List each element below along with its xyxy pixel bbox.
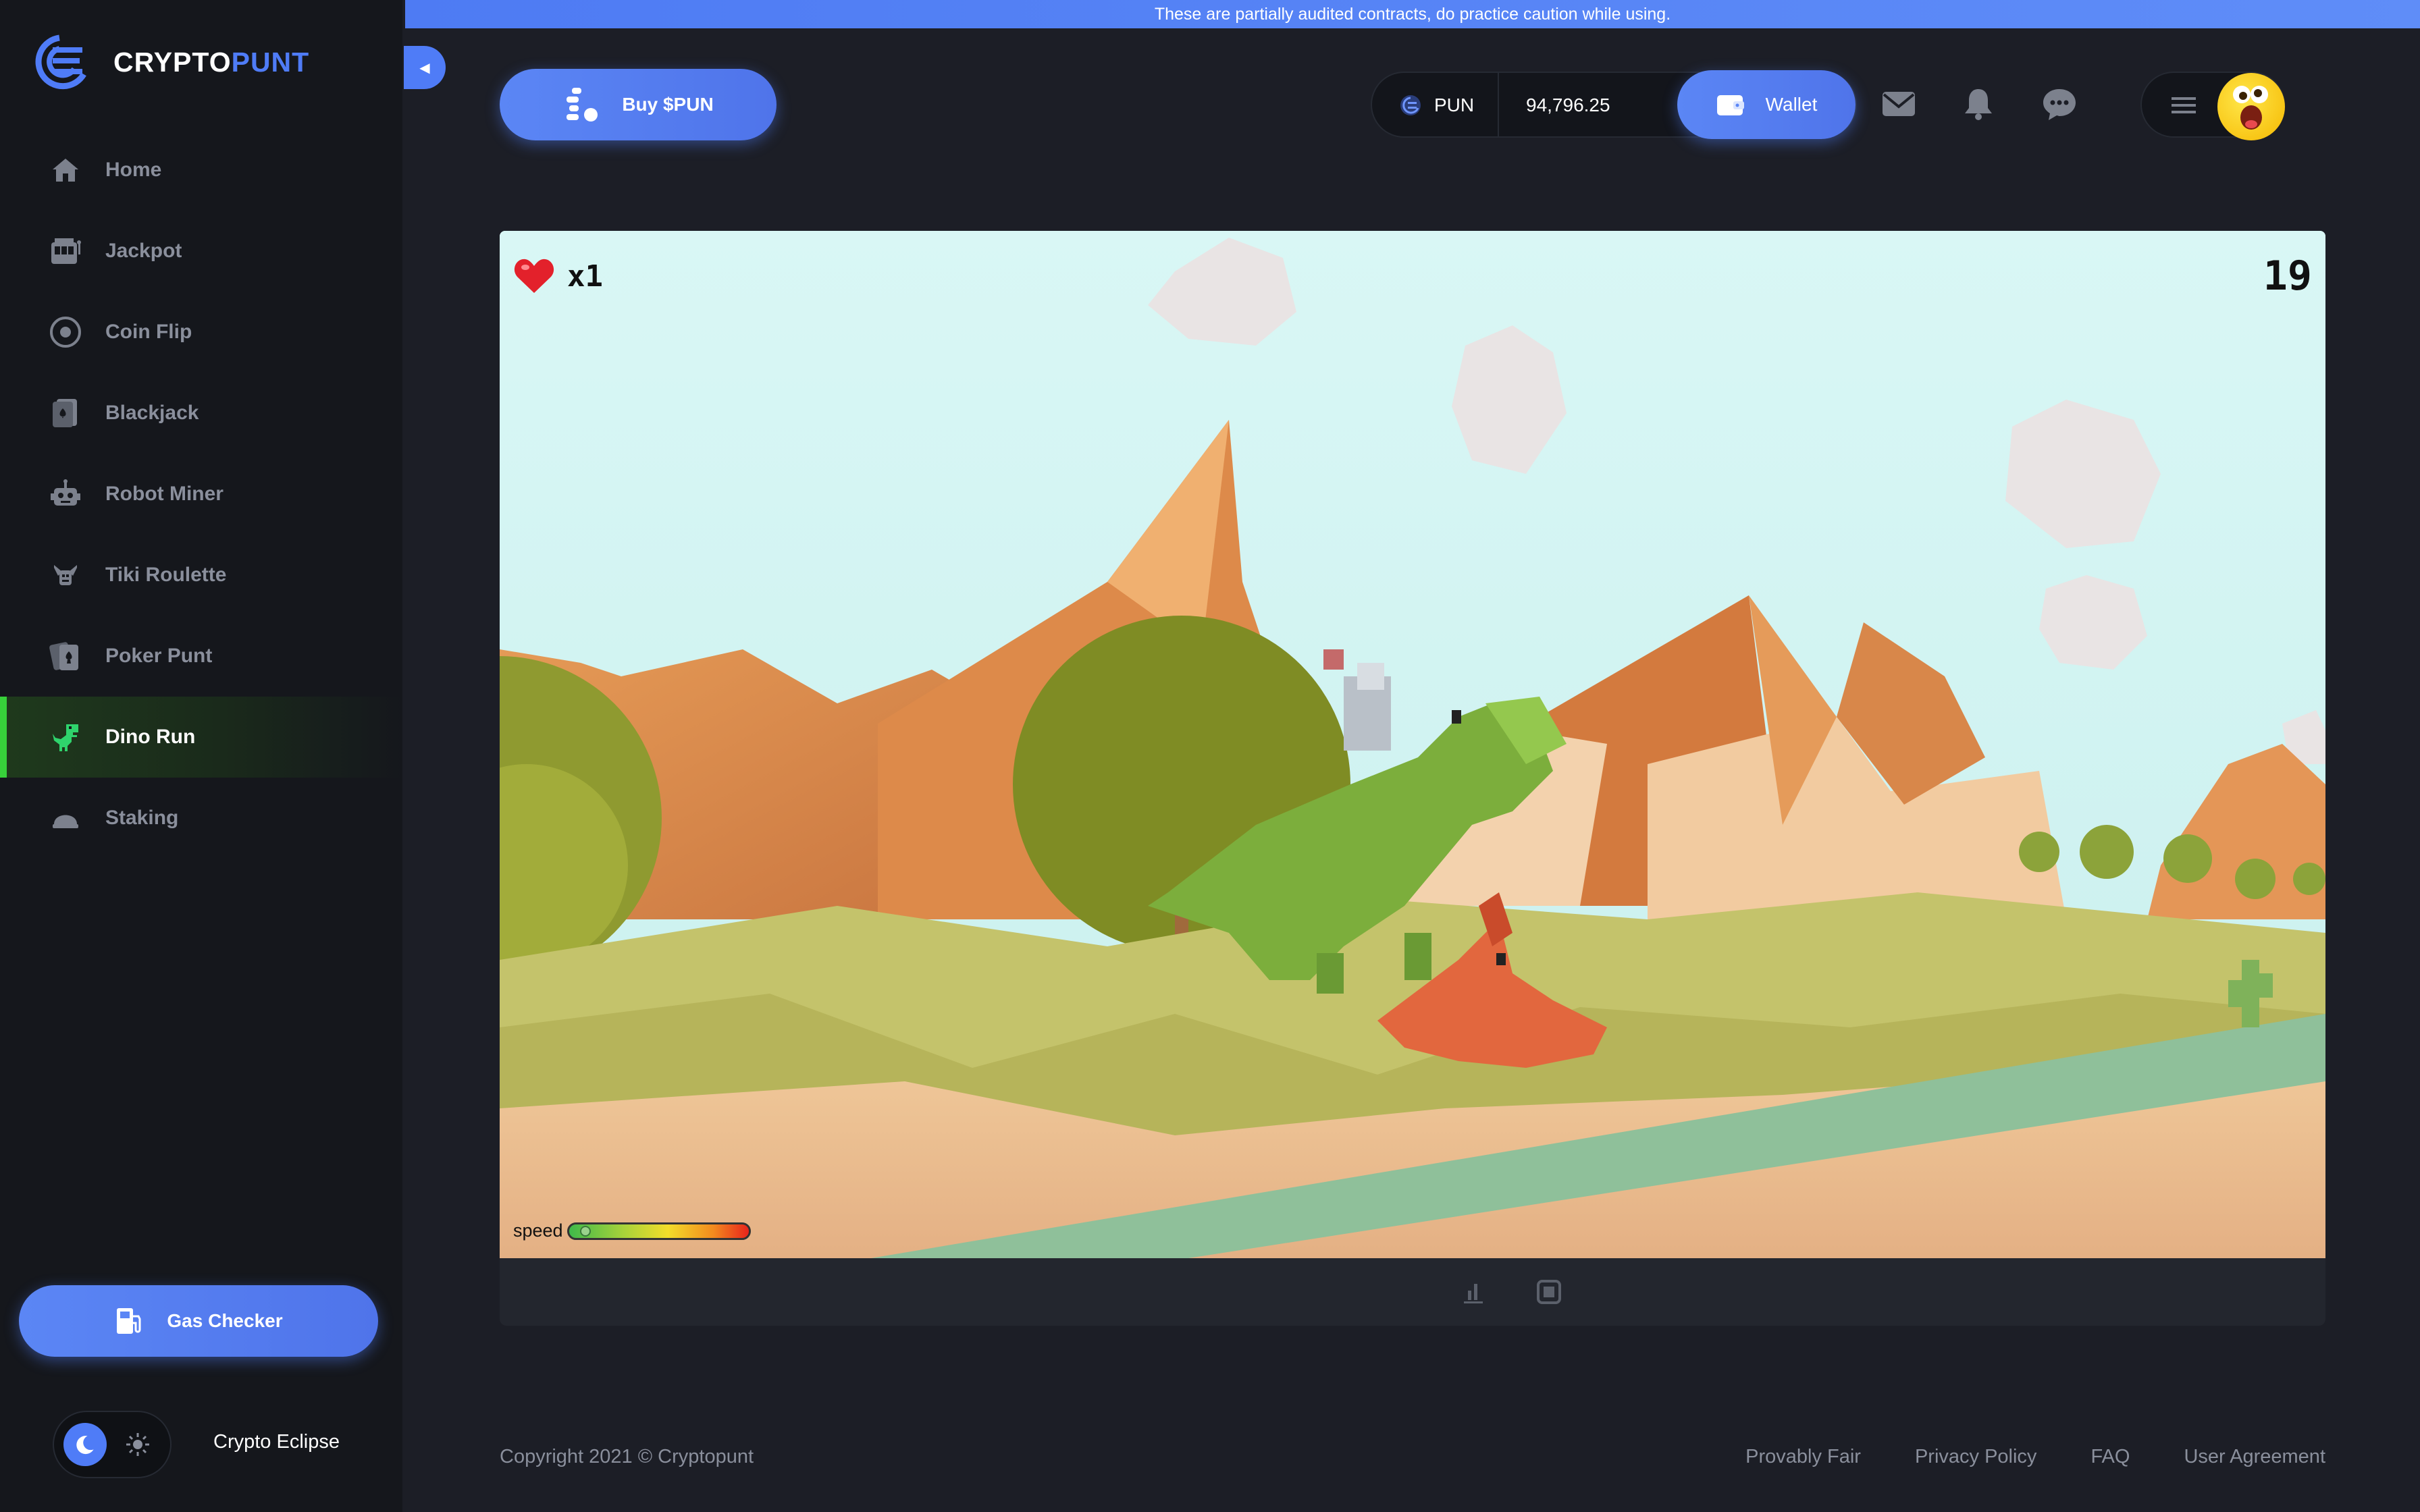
footer-link-provably-fair[interactable]: Provably Fair (1745, 1446, 1861, 1468)
sidebar-item-label: Coin Flip (105, 321, 192, 343)
collapse-sidebar-button[interactable]: ◀ (404, 46, 446, 89)
footer-link-user-agreement[interactable]: User Agreement (2184, 1446, 2325, 1468)
sidebar-item-label: Poker Punt (105, 645, 213, 667)
pun-token-icon (567, 88, 598, 122)
sun-icon[interactable] (116, 1423, 159, 1466)
theme-label: Crypto Eclipse (213, 1431, 340, 1453)
footer-link-privacy-policy[interactable]: Privacy Policy (1915, 1446, 2037, 1468)
speed-label: speed (513, 1220, 563, 1241)
wallet-label: Wallet (1765, 94, 1818, 115)
sidebar-nav: Home Jackpot Coin Flip Blackjack Robot M… (0, 130, 402, 859)
sidebar-item-label: Jackpot (105, 240, 182, 262)
speed-indicator (579, 1225, 591, 1237)
speed-meter: speed (513, 1220, 751, 1241)
game-toolbar (500, 1258, 2325, 1326)
buy-pun-button[interactable]: Buy $PUN (500, 69, 777, 140)
mail-icon[interactable] (1878, 84, 1919, 124)
score-display: 19 (2263, 252, 2312, 300)
sidebar-item-jackpot[interactable]: Jackpot (0, 211, 402, 292)
token-selector[interactable]: PUN (1399, 73, 1474, 138)
avatar[interactable] (2217, 73, 2285, 140)
coin-icon (47, 314, 84, 350)
dino-icon (47, 719, 84, 755)
caret-left-icon: ◀ (419, 60, 430, 76)
copyright-text: Copyright 2021 © Cryptopunt (500, 1446, 754, 1467)
gas-pump-icon (117, 1308, 141, 1334)
robot-icon (47, 476, 84, 512)
sidebar-item-label: Blackjack (105, 402, 199, 424)
cards-icon (47, 395, 84, 431)
brand-name: CRYPTOPUNT (113, 46, 310, 78)
sidebar-item-coin-flip[interactable]: Coin Flip (0, 292, 402, 373)
footer-links: Provably Fair Privacy Policy FAQ User Ag… (1691, 1446, 2325, 1468)
wallet-icon (1716, 95, 1744, 115)
sidebar-item-poker-punt[interactable]: Poker Punt (0, 616, 402, 697)
game-scene (500, 231, 2325, 1258)
sidebar-item-home[interactable]: Home (0, 130, 402, 211)
wallet-button[interactable]: Wallet (1677, 70, 1856, 139)
sidebar-item-tiki-roulette[interactable]: Tiki Roulette (0, 535, 402, 616)
dino-run-game-canvas[interactable]: x1 19 speed (500, 231, 2325, 1258)
emoji-avatar-icon (2233, 86, 2268, 130)
poker-icon (47, 638, 84, 674)
sidebar-item-dino-run[interactable]: Dino Run (0, 697, 402, 778)
gas-checker-label: Gas Checker (167, 1310, 283, 1331)
home-icon (47, 152, 84, 188)
staking-icon (47, 800, 84, 836)
lives-counter: x1 (513, 258, 603, 294)
buy-pun-label: Buy $PUN (622, 94, 714, 115)
sidebar: CRYPTOPUNT Home Jackpot Coin Flip Blackj… (0, 0, 402, 1512)
sidebar-item-label: Tiki Roulette (105, 564, 227, 586)
sidebar-item-label: Robot Miner (105, 483, 223, 505)
hamburger-menu-icon[interactable] (2170, 93, 2197, 117)
tiki-icon (47, 557, 84, 593)
sidebar-item-robot-miner[interactable]: Robot Miner (0, 454, 402, 535)
gas-checker-button[interactable]: Gas Checker (19, 1285, 378, 1357)
fullscreen-icon[interactable] (1533, 1276, 1565, 1308)
cryptopunt-logo-icon (35, 34, 86, 90)
logo[interactable]: CRYPTOPUNT (32, 34, 309, 90)
profile-menu[interactable] (2140, 72, 2285, 140)
balance-divider (1498, 73, 1499, 138)
sidebar-item-staking[interactable]: Staking (0, 778, 402, 859)
balance-amount: 94,796.25 (1526, 94, 1610, 115)
pun-coin-icon (1400, 95, 1421, 115)
sidebar-item-blackjack[interactable]: Blackjack (0, 373, 402, 454)
chat-icon[interactable] (2039, 84, 2080, 124)
speed-bar (567, 1222, 751, 1240)
sidebar-item-label: Home (105, 159, 162, 181)
stats-icon[interactable] (1457, 1276, 1490, 1308)
sidebar-item-label: Staking (105, 807, 179, 829)
theme-toggle[interactable] (53, 1411, 172, 1478)
moon-icon[interactable] (63, 1423, 107, 1466)
sidebar-item-label: Dino Run (105, 726, 196, 748)
bell-icon[interactable] (1958, 84, 1999, 124)
lives-multiplier: x1 (567, 259, 603, 294)
footer-link-faq[interactable]: FAQ (2090, 1446, 2130, 1468)
token-symbol: PUN (1434, 94, 1475, 115)
slot-machine-icon (47, 233, 84, 269)
warning-banner: These are partially audited contracts, d… (405, 0, 2420, 28)
heart-icon (514, 259, 554, 293)
